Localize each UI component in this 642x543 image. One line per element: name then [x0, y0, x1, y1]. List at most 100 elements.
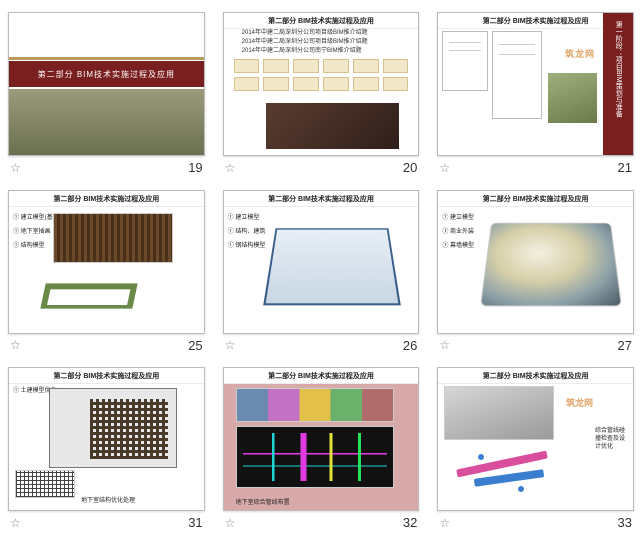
slide-thumbnail[interactable]: 第二部分 BIM技术实施过程及应用 建立模型 结构、建筑 钢结构模型: [223, 190, 420, 334]
document-preview: [492, 31, 542, 119]
slide-footer: ☆ 20: [223, 160, 420, 175]
side-banner: 第一阶段：项目BIM策划与准备: [603, 13, 633, 155]
page-number: 31: [188, 515, 202, 530]
pipe-bar: [474, 469, 544, 487]
dot-icon: [518, 486, 524, 492]
bullet-list: 建立模型 结构、建筑 钢结构模型: [228, 211, 266, 254]
bullet-list: 建立模型 商业外装 幕墙模型: [442, 211, 474, 254]
favorite-icon[interactable]: ☆: [225, 338, 236, 352]
slide-footer: ☆ 26: [223, 338, 420, 353]
slide-footer: ☆ 33: [437, 515, 634, 530]
folder-icon: [263, 59, 289, 73]
bullet: 钢结构模型: [228, 243, 266, 249]
slide-header: 第二部分 BIM技术实施过程及应用: [224, 13, 419, 29]
slide-footer: ☆ 21: [437, 160, 634, 175]
watermark: 筑龙网: [566, 396, 593, 409]
slide-thumbnail[interactable]: 第二部分 BIM技术实施过程及应用 土建模型优化 地下室结构优化处理: [8, 367, 205, 511]
slide-thumbnail[interactable]: 第二部分 BIM技术实施过程及应用 筑龙网 综合管线碰撞检查及设计优化: [437, 367, 634, 511]
slide-header: 第二部分 BIM技术实施过程及应用: [9, 368, 204, 384]
text-block: 2014年中建二局深圳分公司项目级BIM推介绍题 2014年中建二局深圳分公司项…: [230, 29, 413, 56]
model-image: [53, 213, 173, 263]
list-item: 2014年中建二局深圳分公司项目级BIM推介绍题: [230, 29, 413, 38]
favorite-icon[interactable]: ☆: [10, 516, 21, 530]
slide-thumbnail[interactable]: 第二部分 BIM技术实施过程及应用 地下室综合管线布置: [223, 367, 420, 511]
folder-icon: [293, 77, 319, 91]
page-number: 32: [403, 515, 417, 530]
rebar-image: [15, 470, 75, 498]
render-image: [548, 73, 597, 123]
favorite-icon[interactable]: ☆: [439, 516, 450, 530]
slide-header: 第二部分 BIM技术实施过程及应用: [224, 368, 419, 384]
watermark: 筑龙网: [565, 47, 595, 60]
caption: 地下室结构优化处理: [81, 495, 135, 504]
side-note: 综合管线碰撞检查及设计优化: [595, 428, 629, 451]
folder-icon: [383, 59, 409, 73]
clash-diagram: [446, 446, 589, 504]
favorite-icon[interactable]: ☆: [10, 338, 21, 352]
slide-cell: 第二部分 BIM技术实施过程及应用 建立模型(基础) 地下室插画 结构模型 ☆ …: [8, 190, 205, 354]
structure-image: [444, 386, 554, 440]
slide-cell: 第二部分 BIM技术实施过程及应用 土建模型优化 地下室结构优化处理 ☆ 31: [8, 367, 205, 531]
page-number: 20: [403, 160, 417, 175]
slide-header: 第二部分 BIM技术实施过程及应用: [438, 191, 633, 207]
slide-cell: 第二部分 BIM技术实施过程及应用 2014年中建二局深圳分公司项目级BIM推介…: [223, 12, 420, 176]
slide-thumbnail[interactable]: 第二部分 BIM技术实施过程及应用 筑龙网 第一阶段：项目BIM策划与准备: [437, 12, 634, 156]
page-number: 33: [618, 515, 632, 530]
slide-footer: ☆ 27: [437, 338, 634, 353]
slide-grid: 第二部分 BIM技术实施过程及应用 ☆ 19 第二部分 BIM技术实施过程及应用…: [8, 12, 634, 531]
favorite-icon[interactable]: ☆: [439, 161, 450, 175]
bullet: 结构、建筑: [228, 229, 266, 235]
model-image: [480, 222, 622, 306]
bullet: 建立模型: [442, 215, 474, 221]
slide-footer: ☆ 31: [8, 515, 205, 530]
dot-icon: [478, 454, 484, 460]
folder-icon: [353, 77, 379, 91]
folder-icon: [323, 59, 349, 73]
bullet: 结构模型: [13, 243, 45, 249]
slide-thumbnail[interactable]: 第二部分 BIM技术实施过程及应用 2014年中建二局深圳分公司项目级BIM推介…: [223, 12, 420, 156]
folder-icon: [353, 59, 379, 73]
photo: [266, 103, 398, 149]
slide-cell: 第二部分 BIM技术实施过程及应用 筑龙网 综合管线碰撞检查及设计优化 ☆ 33: [437, 367, 634, 531]
bullet: 幕墙模型: [442, 243, 474, 249]
bullet: 建立模型: [228, 215, 260, 221]
slide-thumbnail[interactable]: 第二部分 BIM技术实施过程及应用 建立模型 商业外装 幕墙模型: [437, 190, 634, 334]
page-number: 26: [403, 338, 417, 353]
document-preview: [442, 31, 488, 91]
page-number: 19: [188, 160, 202, 175]
folder-icon: [263, 77, 289, 91]
photo-render: [9, 89, 204, 155]
folder-icon: [383, 77, 409, 91]
page-number: 25: [188, 338, 202, 353]
slide-header: 第二部分 BIM技术实施过程及应用: [9, 191, 204, 207]
slide-thumbnail[interactable]: 第二部分 BIM技术实施过程及应用 建立模型(基础) 地下室插画 结构模型: [8, 190, 205, 334]
slide-cell: 第二部分 BIM技术实施过程及应用 筑龙网 第一阶段：项目BIM策划与准备 ☆ …: [437, 12, 634, 176]
slide-footer: ☆ 19: [8, 160, 205, 175]
folder-icon: [323, 77, 349, 91]
folder-icon: [234, 77, 260, 91]
page-number: 27: [618, 338, 632, 353]
page-number: 21: [618, 160, 632, 175]
list-item: 2014年中建二局深圳分公司南宁BIM推介绍题: [230, 47, 413, 56]
mep-image: [236, 388, 394, 422]
slide-header: 第二部分 BIM技术实施过程及应用: [438, 368, 633, 384]
model-image: [263, 228, 401, 305]
favorite-icon[interactable]: ☆: [225, 516, 236, 530]
favorite-icon[interactable]: ☆: [225, 161, 236, 175]
slide-cell: 第二部分 BIM技术实施过程及应用 建立模型 商业外装 幕墙模型 ☆ 27: [437, 190, 634, 354]
slide-thumbnail[interactable]: 第二部分 BIM技术实施过程及应用: [8, 12, 205, 156]
title-banner: 第二部分 BIM技术实施过程及应用: [9, 61, 204, 87]
slide-cell: 第二部分 BIM技术实施过程及应用 地下室综合管线布置 ☆ 32: [223, 367, 420, 531]
slide-header: 第二部分 BIM技术实施过程及应用: [224, 191, 419, 207]
slide-footer: ☆ 25: [8, 338, 205, 353]
foundation-box: [40, 283, 137, 308]
slide-cell: 第二部分 BIM技术实施过程及应用 建立模型 结构、建筑 钢结构模型 ☆ 26: [223, 190, 420, 354]
folder-icon: [293, 59, 319, 73]
accent-stripe: [9, 57, 204, 60]
icon-row: [234, 59, 409, 91]
bullet: 地下室插画: [13, 229, 51, 235]
favorite-icon[interactable]: ☆: [439, 338, 450, 352]
folder-icon: [234, 59, 260, 73]
favorite-icon[interactable]: ☆: [10, 161, 21, 175]
slide-footer: ☆ 32: [223, 515, 420, 530]
